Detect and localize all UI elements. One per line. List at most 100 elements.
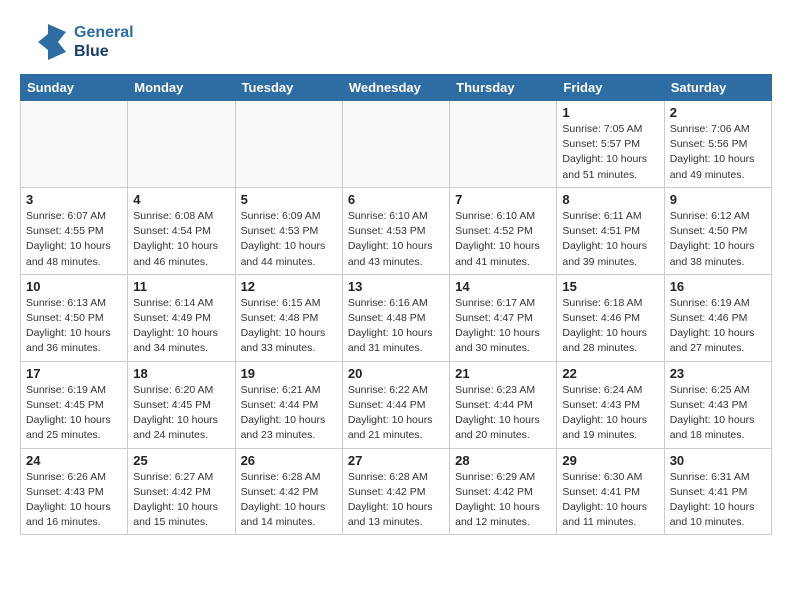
calendar-cell: 29 Sunrise: 6:30 AM Sunset: 4:41 PM Dayli… [557,448,664,535]
calendar-cell: 4 Sunrise: 6:08 AM Sunset: 4:54 PM Daylig… [128,187,235,274]
day-number: 17 [26,366,122,381]
calendar-cell: 16 Sunrise: 6:19 AM Sunset: 4:46 PM Dayli… [664,274,771,361]
weekday-header-thursday: Thursday [450,75,557,101]
day-number: 29 [562,453,658,468]
calendar-cell: 17 Sunrise: 6:19 AM Sunset: 4:45 PM Dayli… [21,361,128,448]
calendar-cell: 24 Sunrise: 6:26 AM Sunset: 4:43 PM Dayli… [21,448,128,535]
calendar-header: SundayMondayTuesdayWednesdayThursdayFrid… [21,75,772,101]
weekday-header-saturday: Saturday [664,75,771,101]
day-info: Sunrise: 6:16 AM Sunset: 4:48 PM Dayligh… [348,296,444,357]
calendar-week-5: 24 Sunrise: 6:26 AM Sunset: 4:43 PM Dayli… [21,448,772,535]
weekday-header-friday: Friday [557,75,664,101]
calendar-week-3: 10Sunrise: 6:13 AM Sunset: 4:50 PM Dayli… [21,274,772,361]
calendar-cell: 3 Sunrise: 6:07 AM Sunset: 4:55 PM Daylig… [21,187,128,274]
logo-wrapper: GeneralBlue [20,20,134,64]
calendar-cell: 28 Sunrise: 6:29 AM Sunset: 4:42 PM Dayli… [450,448,557,535]
calendar-cell: 21 Sunrise: 6:23 AM Sunset: 4:44 PM Dayli… [450,361,557,448]
day-number: 19 [241,366,337,381]
day-info: Sunrise: 7:05 AM Sunset: 5:57 PM Dayligh… [562,122,658,183]
logo-blue: Blue [74,42,134,61]
day-info: Sunrise: 6:18 AM Sunset: 4:46 PM Dayligh… [562,296,658,357]
calendar-cell: 20 Sunrise: 6:22 AM Sunset: 4:44 PM Dayli… [342,361,449,448]
day-info: Sunrise: 6:09 AM Sunset: 4:53 PM Dayligh… [241,209,337,270]
day-info: Sunrise: 6:17 AM Sunset: 4:47 PM Dayligh… [455,296,551,357]
logo: GeneralBlue [20,20,134,64]
day-info: Sunrise: 6:12 AM Sunset: 4:50 PM Dayligh… [670,209,766,270]
day-number: 4 [133,192,229,207]
calendar-cell: 14 Sunrise: 6:17 AM Sunset: 4:47 PM Dayli… [450,274,557,361]
day-info: Sunrise: 6:21 AM Sunset: 4:44 PM Dayligh… [241,383,337,444]
day-info: Sunrise: 6:24 AM Sunset: 4:43 PM Dayligh… [562,383,658,444]
day-info: Sunrise: 6:27 AM Sunset: 4:42 PM Dayligh… [133,470,229,531]
day-info: Sunrise: 6:11 AM Sunset: 4:51 PM Dayligh… [562,209,658,270]
day-number: 6 [348,192,444,207]
logo-general: General [74,23,134,42]
day-number: 18 [133,366,229,381]
logo-text-block: GeneralBlue [74,23,134,61]
day-number: 5 [241,192,337,207]
calendar-cell: 6 Sunrise: 6:10 AM Sunset: 4:53 PM Daylig… [342,187,449,274]
day-info: Sunrise: 6:31 AM Sunset: 4:41 PM Dayligh… [670,470,766,531]
day-number: 23 [670,366,766,381]
calendar-cell: 2Sunrise: 7:06 AM Sunset: 5:56 PM Daylig… [664,101,771,188]
calendar-cell: 5 Sunrise: 6:09 AM Sunset: 4:53 PM Daylig… [235,187,342,274]
weekday-header-wednesday: Wednesday [342,75,449,101]
day-number: 24 [26,453,122,468]
day-info: Sunrise: 6:28 AM Sunset: 4:42 PM Dayligh… [241,470,337,531]
day-info: Sunrise: 6:19 AM Sunset: 4:46 PM Dayligh… [670,296,766,357]
calendar-cell: 7Sunrise: 6:10 AM Sunset: 4:52 PM Daylig… [450,187,557,274]
day-info: Sunrise: 6:28 AM Sunset: 4:42 PM Dayligh… [348,470,444,531]
calendar-week-4: 17 Sunrise: 6:19 AM Sunset: 4:45 PM Dayli… [21,361,772,448]
calendar-cell: 9 Sunrise: 6:12 AM Sunset: 4:50 PM Daylig… [664,187,771,274]
day-number: 3 [26,192,122,207]
calendar-week-1: 1 Sunrise: 7:05 AM Sunset: 5:57 PM Daylig… [21,101,772,188]
day-number: 1 [562,105,658,120]
header: GeneralBlue [20,20,772,64]
day-info: Sunrise: 6:30 AM Sunset: 4:41 PM Dayligh… [562,470,658,531]
day-info: Sunrise: 6:14 AM Sunset: 4:49 PM Dayligh… [133,296,229,357]
day-info: Sunrise: 6:10 AM Sunset: 4:53 PM Dayligh… [348,209,444,270]
day-number: 12 [241,279,337,294]
calendar-cell: 15 Sunrise: 6:18 AM Sunset: 4:46 PM Dayli… [557,274,664,361]
calendar-cell: 23Sunrise: 6:25 AM Sunset: 4:43 PM Dayli… [664,361,771,448]
calendar-cell [128,101,235,188]
day-number: 9 [670,192,766,207]
day-info: Sunrise: 6:19 AM Sunset: 4:45 PM Dayligh… [26,383,122,444]
calendar-cell: 13Sunrise: 6:16 AM Sunset: 4:48 PM Dayli… [342,274,449,361]
logo-icon [20,20,70,64]
calendar-cell: 1 Sunrise: 7:05 AM Sunset: 5:57 PM Daylig… [557,101,664,188]
day-number: 20 [348,366,444,381]
calendar-cell [450,101,557,188]
day-number: 8 [562,192,658,207]
day-number: 2 [670,105,766,120]
day-number: 16 [670,279,766,294]
calendar-week-2: 3 Sunrise: 6:07 AM Sunset: 4:55 PM Daylig… [21,187,772,274]
day-info: Sunrise: 6:08 AM Sunset: 4:54 PM Dayligh… [133,209,229,270]
calendar-cell: 22 Sunrise: 6:24 AM Sunset: 4:43 PM Dayli… [557,361,664,448]
day-info: Sunrise: 6:22 AM Sunset: 4:44 PM Dayligh… [348,383,444,444]
day-number: 14 [455,279,551,294]
day-number: 10 [26,279,122,294]
day-number: 15 [562,279,658,294]
day-number: 27 [348,453,444,468]
weekday-header-sunday: Sunday [21,75,128,101]
page-container: GeneralBlue SundayMondayTuesdayWednesday… [0,0,792,545]
day-info: Sunrise: 6:26 AM Sunset: 4:43 PM Dayligh… [26,470,122,531]
day-number: 11 [133,279,229,294]
calendar-cell: 12 Sunrise: 6:15 AM Sunset: 4:48 PM Dayli… [235,274,342,361]
weekday-header-monday: Monday [128,75,235,101]
calendar-body: 1 Sunrise: 7:05 AM Sunset: 5:57 PM Daylig… [21,101,772,535]
calendar-cell: 18Sunrise: 6:20 AM Sunset: 4:45 PM Dayli… [128,361,235,448]
day-number: 28 [455,453,551,468]
day-info: Sunrise: 6:23 AM Sunset: 4:44 PM Dayligh… [455,383,551,444]
calendar-cell: 10Sunrise: 6:13 AM Sunset: 4:50 PM Dayli… [21,274,128,361]
calendar-table: SundayMondayTuesdayWednesdayThursdayFrid… [20,74,772,535]
day-number: 26 [241,453,337,468]
day-info: Sunrise: 6:07 AM Sunset: 4:55 PM Dayligh… [26,209,122,270]
day-info: Sunrise: 6:29 AM Sunset: 4:42 PM Dayligh… [455,470,551,531]
day-number: 30 [670,453,766,468]
weekday-header-row: SundayMondayTuesdayWednesdayThursdayFrid… [21,75,772,101]
day-number: 22 [562,366,658,381]
day-number: 21 [455,366,551,381]
day-info: Sunrise: 6:15 AM Sunset: 4:48 PM Dayligh… [241,296,337,357]
